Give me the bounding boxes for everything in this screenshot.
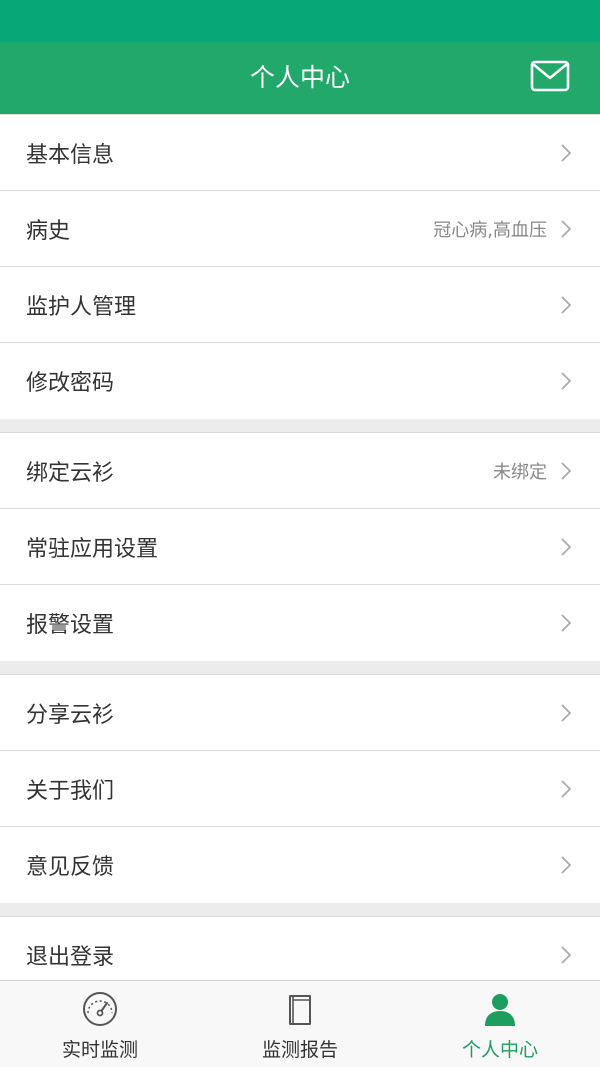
- chevron-right-icon: [561, 703, 572, 722]
- menu-item-logout[interactable]: 退出登录: [0, 917, 600, 980]
- menu-item-basic-info[interactable]: 基本信息: [0, 114, 600, 191]
- speedometer-icon: [83, 992, 117, 1026]
- menu-item-label: 基本信息: [26, 142, 115, 168]
- menu-item-label: 报警设置: [26, 613, 115, 638]
- section-divider: [0, 661, 600, 675]
- tab-realtime-monitoring[interactable]: 实时监测: [0, 981, 200, 1067]
- menu-item-label: 分享云衫: [26, 702, 115, 728]
- chevron-right-icon: [561, 143, 572, 162]
- chevron-right-icon: [561, 779, 572, 798]
- tab-label: 实时监测: [61, 1039, 138, 1061]
- chevron-right-icon: [561, 295, 572, 314]
- menu-item-about-us[interactable]: 关于我们: [0, 751, 600, 827]
- menu-item-value: 未绑定: [493, 461, 547, 483]
- person-icon: [485, 994, 515, 1026]
- menu-item-label: 意见反馈: [26, 855, 115, 880]
- section-divider: [0, 419, 600, 433]
- settings-group-logout: 退出登录: [0, 917, 600, 980]
- settings-list: 基本信息 病史 冠心病,高血压 监护人管理 修改密码 绑定云衫 未绑定 常驻应用…: [0, 114, 600, 980]
- menu-item-label: 监护人管理: [26, 294, 137, 320]
- menu-item-label: 病史: [26, 218, 71, 244]
- menu-item-value: 冠心病,高血压: [433, 219, 547, 241]
- menu-item-label: 关于我们: [26, 778, 115, 804]
- bottom-tab-bar: 实时监测 监测报告 个人中心: [0, 980, 600, 1067]
- tab-label: 个人中心: [461, 1039, 538, 1061]
- menu-item-label: 绑定云衫: [26, 460, 115, 486]
- menu-item-share-device[interactable]: 分享云衫: [0, 675, 600, 751]
- page-title: 个人中心: [249, 63, 350, 92]
- menu-item-guardian-management[interactable]: 监护人管理: [0, 267, 600, 343]
- section-divider: [0, 903, 600, 917]
- settings-group-about: 分享云衫 关于我们 意见反馈: [0, 675, 600, 903]
- app-bar: 个人中心: [0, 42, 600, 114]
- tab-label: 监测报告: [261, 1039, 338, 1061]
- menu-item-resident-app-settings[interactable]: 常驻应用设置: [0, 509, 600, 585]
- book-icon: [289, 995, 311, 1025]
- menu-item-label: 退出登录: [26, 945, 115, 970]
- chevron-right-icon: [561, 372, 572, 390]
- menu-item-label: 修改密码: [26, 371, 115, 396]
- tab-personal-center[interactable]: 个人中心: [400, 981, 600, 1067]
- chevron-right-icon: [561, 461, 572, 480]
- settings-group-account: 基本信息 病史 冠心病,高血压 监护人管理 修改密码: [0, 114, 600, 419]
- chevron-right-icon: [561, 614, 572, 632]
- menu-item-label: 常驻应用设置: [26, 536, 159, 562]
- menu-item-alarm-settings[interactable]: 报警设置: [0, 585, 600, 661]
- chevron-right-icon: [561, 946, 572, 964]
- chevron-right-icon: [561, 537, 572, 556]
- settings-group-device: 绑定云衫 未绑定 常驻应用设置 报警设置: [0, 433, 600, 661]
- chevron-right-icon: [561, 219, 572, 238]
- menu-item-bind-device[interactable]: 绑定云衫 未绑定: [0, 433, 600, 509]
- menu-item-feedback[interactable]: 意见反馈: [0, 827, 600, 903]
- chevron-right-icon: [561, 856, 572, 874]
- menu-item-medical-history[interactable]: 病史 冠心病,高血压: [0, 191, 600, 267]
- tab-monitoring-report[interactable]: 监测报告: [200, 981, 400, 1067]
- mail-icon[interactable]: [530, 60, 570, 92]
- status-bar: [0, 0, 600, 42]
- menu-item-change-password[interactable]: 修改密码: [0, 343, 600, 419]
